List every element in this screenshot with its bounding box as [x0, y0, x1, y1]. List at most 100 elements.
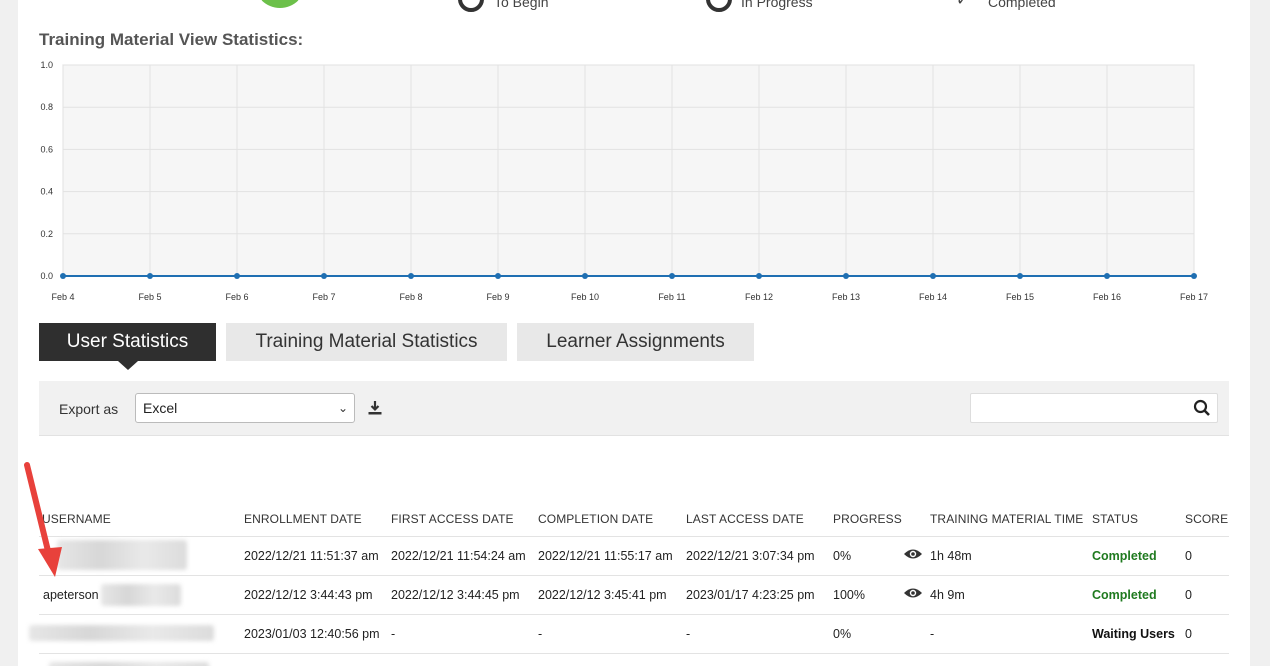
x-tick-label: Feb 11: [658, 292, 685, 302]
last-access-date: 2023/01/17 4:23:25 pm: [686, 588, 815, 602]
x-tick-label: Feb 5: [138, 292, 161, 302]
x-tick-label: Feb 10: [571, 292, 599, 302]
table-row[interactable]: 2023/01/03 12:40:56 pm - - - 0% - Waitin…: [29, 614, 1229, 653]
data-point: [321, 273, 327, 279]
x-tick-label: Feb 16: [1093, 292, 1121, 302]
completion-date: -: [538, 627, 543, 641]
view-statistics-chart: 1.00.80.60.40.20.0 Feb 4 Feb 5 Feb 6 Feb 7F…: [40, 60, 1208, 302]
data-point: [147, 273, 153, 279]
search-icon[interactable]: [1193, 399, 1211, 417]
progress-value: 0%: [833, 549, 852, 563]
header-last-access-date[interactable]: LAST ACCESS DATE: [686, 512, 804, 526]
header-score[interactable]: SCORE: [1185, 512, 1228, 526]
data-point: [843, 273, 849, 279]
first-access-date: 2022/12/21 11:54:24 am: [391, 549, 526, 563]
eye-icon[interactable]: [903, 547, 923, 561]
y-tick-label: 0.8: [40, 102, 53, 112]
first-access-date: -: [391, 627, 396, 641]
progress-value: 100%: [833, 588, 865, 602]
data-point: [930, 273, 936, 279]
header-completion-date[interactable]: COMPLETION DATE: [538, 512, 653, 526]
x-tick-label: Feb 13: [832, 292, 860, 302]
data-point: [234, 273, 240, 279]
progress-donut: [254, 0, 306, 8]
search-input[interactable]: [970, 393, 1218, 423]
download-icon[interactable]: [367, 400, 383, 416]
enrollment-date: 2023/01/03 12:40:56 pm: [244, 627, 380, 641]
tab-user-statistics[interactable]: User Statistics: [39, 323, 216, 370]
export-label: Export as: [59, 401, 119, 417]
in-progress-label: In Progress: [741, 0, 813, 10]
data-point: [669, 273, 675, 279]
status-badge: Completed: [1092, 588, 1157, 602]
content-panel: To Begin In Progress ✓ Completed Trainin…: [18, 0, 1250, 666]
plot-area: [62, 64, 1195, 277]
x-tick-label: Feb 15: [1006, 292, 1034, 302]
table-row[interactable]: 2022/12/21 11:51:37 am 2022/12/21 11:54:…: [39, 536, 1229, 575]
redacted-username: [49, 662, 209, 666]
header-training-material-time[interactable]: TRAINING MATERIAL TIME: [930, 512, 1083, 526]
data-point: [60, 273, 66, 279]
enrollment-date: 2022/12/21 11:51:37 am: [244, 549, 379, 563]
x-tick-label: Feb 6: [225, 292, 248, 302]
header-progress[interactable]: PROGRESS: [833, 512, 902, 526]
x-tick-label: Feb 12: [745, 292, 773, 302]
data-point: [1104, 273, 1110, 279]
header-status[interactable]: STATUS: [1092, 512, 1138, 526]
header-first-access-date[interactable]: FIRST ACCESS DATE: [391, 512, 514, 526]
x-tick-label: Feb 9: [486, 292, 509, 302]
y-tick-label: 0.2: [40, 229, 53, 239]
data-point: [582, 273, 588, 279]
to-begin-label: To Begin: [494, 0, 549, 10]
export-format-select[interactable]: Excel ⌄: [135, 393, 355, 423]
chevron-down-icon: ⌄: [337, 401, 348, 415]
tab-learner-assignments[interactable]: Learner Assignments: [517, 323, 754, 361]
redacted-username: [29, 625, 214, 641]
x-tick-label: Feb 4: [51, 292, 74, 302]
y-axis-ticks: 1.0 0.8 0.6 0.4 0.2 0.0: [40, 60, 53, 281]
eye-icon[interactable]: [903, 586, 923, 600]
in-progress-icon: [706, 0, 732, 12]
data-point: [756, 273, 762, 279]
last-access-date: 2022/12/21 3:07:34 pm: [686, 549, 815, 563]
status-badge: Completed: [1092, 549, 1157, 563]
table-row[interactable]: apeterson 2022/12/12 3:44:43 pm 2022/12/…: [39, 575, 1229, 614]
completion-date: 2022/12/21 11:55:17 am: [538, 549, 673, 563]
completion-date: 2022/12/12 3:45:41 pm: [538, 588, 667, 602]
training-time: -: [930, 627, 935, 641]
x-tick-label: Feb 17: [1180, 292, 1208, 302]
header-enrollment-date[interactable]: ENROLLMENT DATE: [244, 512, 362, 526]
x-tick-label: Feb 14: [919, 292, 947, 302]
y-tick-label: 0.4: [40, 187, 53, 197]
status-badge: Waiting Users: [1092, 627, 1175, 641]
data-point: [1191, 273, 1197, 279]
score-value: 0: [1185, 627, 1192, 641]
y-tick-label: 0.6: [40, 144, 53, 154]
first-access-date: 2022/12/12 3:44:45 pm: [391, 588, 520, 602]
data-point: [408, 273, 414, 279]
x-tick-label: Feb 8: [399, 292, 422, 302]
export-toolbar: Export as Excel ⌄: [39, 381, 1229, 436]
x-tick-label: Feb 7: [312, 292, 335, 302]
completed-label: Completed: [988, 0, 1056, 10]
score-value: 0: [1185, 549, 1192, 563]
completed-icon: ✓: [956, 0, 970, 9]
username[interactable]: apeterson: [43, 588, 99, 602]
progress-value: 0%: [833, 627, 852, 641]
last-access-date: -: [686, 627, 691, 641]
training-time: 1h 48m: [930, 549, 972, 563]
chart-title: Training Material View Statistics:: [39, 30, 304, 49]
course-summary-strip: To Begin In Progress ✓ Completed: [18, 0, 1250, 20]
tab-training-material-statistics[interactable]: Training Material Statistics: [226, 323, 507, 361]
table-row-partial[interactable]: [39, 653, 1229, 666]
training-time: 4h 9m: [930, 588, 965, 602]
data-point: [1017, 273, 1023, 279]
score-value: 0: [1185, 588, 1192, 602]
y-tick-label: 0.0: [40, 271, 53, 281]
redacted-username-suffix: [101, 584, 181, 606]
y-tick-label: 1.0: [40, 60, 53, 70]
enrollment-date: 2022/12/12 3:44:43 pm: [244, 588, 373, 602]
x-axis-ticks: Feb 4 Feb 5 Feb 6 Feb 7 Feb 8 Feb 9 Feb 10 Feb …: [51, 292, 1208, 302]
to-begin-icon: [458, 0, 484, 12]
export-format-value: Excel: [143, 400, 178, 416]
